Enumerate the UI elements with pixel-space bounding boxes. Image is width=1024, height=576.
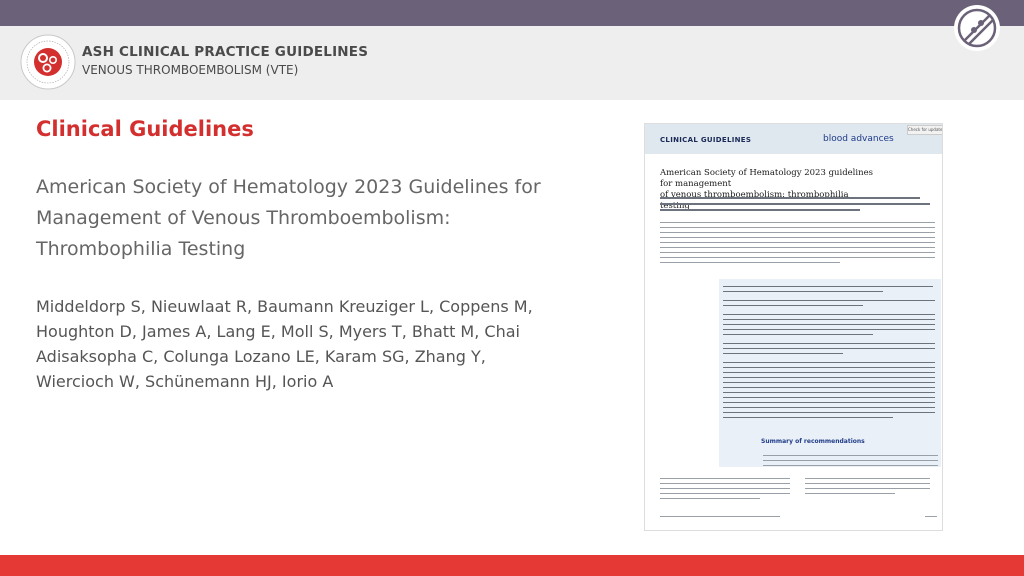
paper-text-line xyxy=(660,498,760,499)
paper-text-line xyxy=(723,377,935,378)
paper-text-line xyxy=(723,329,935,330)
author-line: Houghton D, James A, Lang E, Moll S, Mye… xyxy=(36,322,520,341)
paper-text-line xyxy=(763,455,938,456)
paper-text-line xyxy=(805,483,930,484)
paper-text-line xyxy=(660,493,790,494)
paper-text-line xyxy=(723,286,933,287)
paper-text-line xyxy=(660,222,935,223)
paper-text-line xyxy=(723,392,935,393)
paper-text-line xyxy=(660,483,790,484)
header-subtitle: VENOUS THROMBOEMBOLISM (VTE) xyxy=(82,63,299,77)
section-title: Clinical Guidelines xyxy=(36,117,254,141)
paper-text-line xyxy=(723,300,935,301)
paper-text-line xyxy=(660,262,840,263)
paper-text-line xyxy=(723,382,935,383)
paper-text-line xyxy=(723,402,935,403)
paper-text-line xyxy=(660,257,935,258)
paper-text-line xyxy=(723,362,935,363)
paper-text-line xyxy=(660,227,935,228)
paper-title: American Society of Hematology 2023 guid… xyxy=(660,168,880,212)
paper-text-line xyxy=(723,367,935,368)
paper-title-line: American Society of Hematology 2023 guid… xyxy=(660,168,873,189)
paper-text-line xyxy=(723,314,935,315)
paper-text-line xyxy=(723,334,873,335)
paper-text-line xyxy=(723,412,935,413)
paper-text-line xyxy=(660,203,930,205)
paper-text-line xyxy=(723,343,935,344)
paper-text-line xyxy=(660,516,780,517)
paper-thumbnail: CLINICAL GUIDELINES blood advances Check… xyxy=(644,123,943,531)
paper-text-line xyxy=(723,324,935,325)
author-line: Wiercioch W, Schünemann HJ, Iorio A xyxy=(36,372,334,391)
paper-text-line xyxy=(723,291,883,292)
top-bar xyxy=(0,0,1024,26)
journal-brand: blood advances xyxy=(823,134,894,144)
check-updates-badge: Check for updates xyxy=(907,125,942,135)
ash-logo xyxy=(20,34,76,90)
header-title: ASH CLINICAL PRACTICE GUIDELINES xyxy=(82,44,369,60)
guideline-title-line: Thrombophilia Testing xyxy=(36,238,246,260)
paper-text-line xyxy=(805,488,930,489)
paper-text-line xyxy=(723,348,935,349)
paper-text-line xyxy=(660,478,790,479)
paper-text-line xyxy=(723,372,935,373)
author-list: Middeldorp S, Nieuwlaat R, Baumann Kreuz… xyxy=(36,294,606,394)
paper-text-line xyxy=(925,516,937,517)
paper-text-line xyxy=(805,493,895,494)
paper-text-line xyxy=(723,407,935,408)
paper-text-line xyxy=(763,460,938,461)
paper-text-line xyxy=(660,252,935,253)
paper-text-line xyxy=(723,305,863,306)
paper-text-line xyxy=(723,353,843,354)
guideline-title-line: American Society of Hematology 2023 Guid… xyxy=(36,176,541,198)
paper-text-line xyxy=(660,197,920,199)
paper-text-line xyxy=(660,232,935,233)
paper-section-label: CLINICAL GUIDELINES xyxy=(660,136,752,144)
author-line: Adisaksopha C, Colunga Lozano LE, Karam … xyxy=(36,347,486,366)
paper-text-line xyxy=(660,209,860,211)
paper-text-line xyxy=(660,488,790,489)
paper-text-line xyxy=(723,387,935,388)
paper-text-line xyxy=(805,478,930,479)
guideline-title: American Society of Hematology 2023 Guid… xyxy=(36,172,616,265)
guideline-title-line: Management of Venous Thromboembolism: xyxy=(36,207,451,229)
paper-text-line xyxy=(723,319,935,320)
summary-heading: Summary of recommendations xyxy=(761,438,865,445)
author-line: Middeldorp S, Nieuwlaat R, Baumann Kreuz… xyxy=(36,297,533,316)
paper-text-line xyxy=(660,247,935,248)
paper-text-line xyxy=(763,465,938,466)
footer-bar xyxy=(0,555,1024,576)
paper-text-line xyxy=(723,397,935,398)
paper-text-line xyxy=(723,417,893,418)
corner-emblem-icon xyxy=(954,5,1000,51)
paper-text-line xyxy=(660,237,935,238)
paper-text-line xyxy=(660,242,935,243)
